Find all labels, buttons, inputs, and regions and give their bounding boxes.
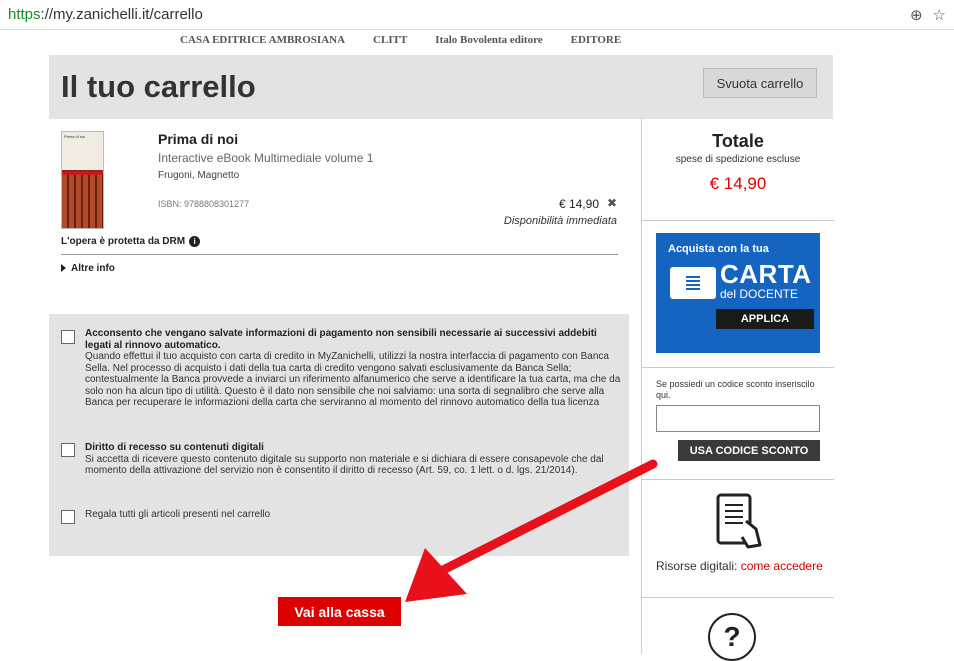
cover-image [62, 175, 103, 228]
apply-carta-button[interactable]: APPLICA [716, 309, 814, 329]
drm-notice: L'opera è protetta da DRM i [61, 236, 201, 247]
consents-panel: Acconsento che vengano salvate informazi… [49, 314, 629, 556]
cover-title: Prima di noi [62, 132, 103, 170]
browser-address-bar[interactable]: https://my.zanichelli.it/carrello ⊕ ☆ [0, 0, 954, 30]
more-info-toggle[interactable]: Altre info [61, 263, 115, 274]
item-price: € 14,90 [558, 197, 599, 211]
consent-withdrawal-title: Diritto di recesso su contenuti digitali [85, 442, 264, 453]
consent-payment-body: Quando effettui il tuo acquisto con cart… [85, 351, 621, 408]
item-availability: Disponibilità immediata [503, 215, 617, 227]
consent-withdrawal-body: Si accetta di ricevere questo contenuto … [85, 453, 604, 477]
consent-withdrawal-checkbox[interactable] [61, 443, 75, 457]
drm-label: L'opera è protetta da DRM [61, 236, 186, 247]
carta-subtitle: del DOCENTE [720, 287, 799, 301]
total-label: Totale [712, 131, 764, 151]
item-title[interactable]: Prima di noi [158, 131, 238, 147]
sidebar-divider [642, 597, 834, 598]
annotation-arrow-head [405, 548, 467, 602]
checkout-button[interactable]: Vai alla cassa [278, 597, 401, 626]
discount-code-input[interactable] [656, 405, 820, 432]
consent-payment-checkbox[interactable] [61, 330, 75, 344]
digital-resources: Risorse digitali: come accedere [656, 559, 826, 574]
logo-bovolenta: Italo Bovolenta editore [435, 34, 543, 46]
consent-withdrawal-text: Diritto di recesso su contenuti digitali… [85, 442, 625, 477]
item-authors: Frugoni, Magnetto [158, 170, 240, 181]
consent-payment-title: Acconsento che vengano salvate informazi… [85, 328, 597, 351]
total-box: Totale spese di spedizione escluse € 14,… [642, 119, 834, 221]
gift-label: Regala tutti gli articoli presenti nel c… [85, 509, 271, 520]
item-subtitle: Interactive eBook Multimediale volume 1 [158, 151, 374, 165]
book-cover[interactable]: Prima di noi [61, 131, 104, 229]
resources-label: Risorse digitali: [656, 559, 738, 573]
remove-item-icon[interactable]: ✖ [607, 196, 617, 210]
discount-note: Se possiedi un codice sconto inseriscilo… [656, 379, 815, 400]
empty-cart-button[interactable]: Svuota carrello [703, 68, 817, 98]
publisher-logos: CASA EDITRICE AMBROSIANA CLITT Italo Bov… [180, 30, 621, 50]
bookmark-star-icon[interactable]: ☆ [933, 6, 946, 24]
item-divider [61, 254, 618, 255]
cart-sidebar: Totale spese di spedizione escluse € 14,… [641, 119, 834, 661]
logo-clitt: CLITT [373, 34, 408, 46]
more-info-label: Altre info [71, 263, 115, 274]
info-icon[interactable]: i [189, 236, 201, 247]
sidebar-divider [642, 367, 834, 368]
logo-ambrosiana: CASA EDITRICE AMBROSIANA [180, 34, 346, 46]
carta-docente-banner[interactable]: Acquista con la tua CARTA del DOCENTE AP… [656, 233, 820, 353]
url-rest: ://my.zanichelli.it/carrello [40, 6, 203, 23]
page-title: Il tuo carrello [61, 69, 256, 104]
carta-title: CARTA [720, 259, 812, 289]
cart-item: Prima di noi Prima di noi Interactive eB… [49, 119, 641, 314]
total-amount: € 14,90 [709, 174, 767, 193]
consent-payment-text: Acconsento che vengano salvate informazi… [85, 328, 625, 409]
shipping-note: spese di spedizione escluse [675, 154, 801, 165]
zoom-icon[interactable]: ⊕ [910, 6, 923, 24]
resources-link[interactable]: come accedere [741, 559, 823, 573]
item-isbn: ISBN: 9788808301277 [158, 199, 250, 209]
url-text[interactable]: https://my.zanichelli.it/carrello [8, 6, 203, 23]
use-discount-button[interactable]: USA CODICE SCONTO [678, 440, 820, 461]
gift-text: Regala tutti gli articoli presenti nel c… [85, 509, 625, 521]
logo-editore: EDITORE [570, 34, 622, 46]
cart-header: Il tuo carrello Svuota carrello [49, 55, 833, 119]
sidebar-divider [642, 479, 834, 480]
card-icon [670, 267, 716, 299]
url-scheme: https [8, 6, 41, 23]
ebook-reader-icon [716, 493, 762, 549]
carta-lead: Acquista con la tua [668, 243, 769, 255]
gift-checkbox[interactable] [61, 510, 75, 524]
triangle-right-icon [61, 264, 66, 273]
